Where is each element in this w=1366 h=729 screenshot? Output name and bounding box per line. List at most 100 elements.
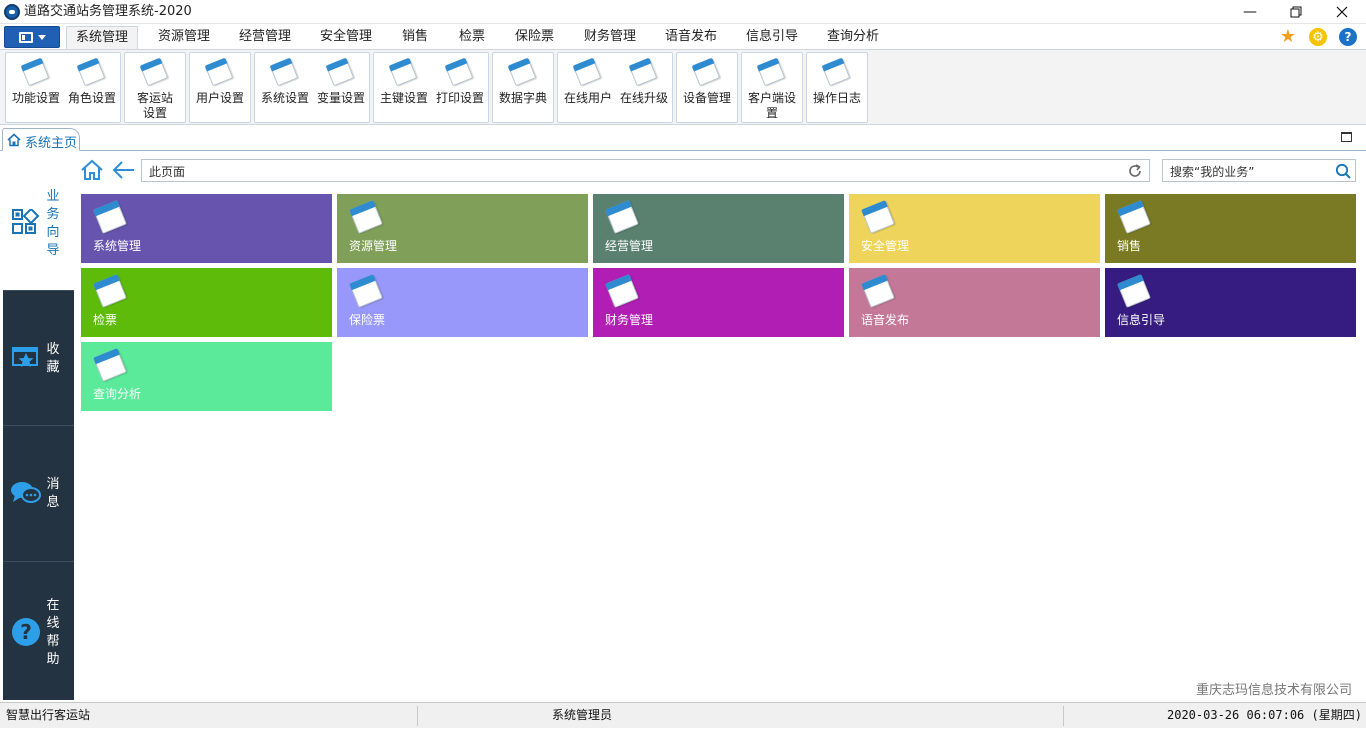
settings-page-icon	[20, 57, 50, 87]
status-station-name: 智慧出行客运站	[6, 708, 91, 722]
nav-item-online-help[interactable]: ? 在线帮助	[3, 561, 74, 700]
tab-info-guide[interactable]: 信息引导	[737, 26, 807, 50]
tab-ticket-check[interactable]: 检票	[450, 26, 494, 50]
ribbon-group: 功能设置 角色设置	[5, 52, 121, 123]
module-page-icon	[349, 274, 383, 308]
tab-query-analysis[interactable]: 查询分析	[818, 26, 888, 50]
back-arrow-icon[interactable]	[112, 159, 136, 181]
document-tab-bar: 系统主页	[0, 127, 1366, 151]
ribbon-group: 设备管理	[676, 52, 738, 123]
online-users-button[interactable]: 在线用户	[558, 53, 618, 124]
tab-finance-management[interactable]: 财务管理	[575, 26, 645, 50]
operation-log-button[interactable]: 操作日志	[807, 53, 867, 124]
settings-page-icon	[388, 57, 418, 87]
close-button[interactable]	[1319, 0, 1365, 24]
ribbon-group: 操作日志	[806, 52, 868, 123]
status-divider	[1063, 706, 1064, 726]
role-settings-button[interactable]: 角色设置	[64, 53, 120, 124]
print-settings-button[interactable]: 打印设置	[432, 53, 488, 124]
settings-page-icon	[628, 57, 658, 87]
window-title: 道路交通站务管理系统-2020	[24, 4, 192, 19]
tile-resource-management[interactable]: 资源管理	[337, 194, 588, 263]
settings-page-icon	[444, 57, 474, 87]
tab-system-management[interactable]: 系统管理	[66, 26, 139, 50]
primary-key-settings-button[interactable]: 主键设置	[374, 53, 434, 124]
gear-icon[interactable]: ⚙	[1309, 28, 1327, 46]
chevron-down-icon	[37, 34, 46, 40]
ribbon-group: 客户端设置	[741, 52, 803, 123]
ribbon-group: 数据字典	[492, 52, 554, 123]
minimize-icon: —	[1243, 4, 1257, 20]
tab-operation-management[interactable]: 经营管理	[230, 26, 300, 50]
settings-page-icon	[572, 57, 602, 87]
data-dictionary-button[interactable]: 数据字典	[493, 53, 553, 124]
module-page-icon	[605, 200, 639, 234]
close-icon	[1336, 6, 1348, 18]
settings-page-icon	[269, 57, 299, 87]
module-page-icon	[605, 274, 639, 308]
tab-resource-management[interactable]: 资源管理	[149, 26, 219, 50]
tab-voice-broadcast[interactable]: 语音发布	[656, 26, 726, 50]
address-bar[interactable]: 此页面	[141, 159, 1150, 182]
tile-operation-management[interactable]: 经营管理	[593, 194, 844, 263]
settings-page-icon	[325, 57, 355, 87]
help-question-icon[interactable]: ?	[1339, 28, 1357, 46]
status-divider	[417, 706, 418, 726]
tile-sales[interactable]: 销售	[1105, 194, 1356, 263]
tab-home-page[interactable]: 系统主页	[2, 128, 80, 151]
nav-item-business-guide[interactable]: 业务向导	[3, 151, 74, 290]
tab-safety-management[interactable]: 安全管理	[311, 26, 381, 50]
module-page-icon	[93, 348, 127, 382]
settings-page-icon	[76, 57, 106, 87]
tile-system-management[interactable]: 系统管理	[81, 194, 332, 263]
status-user: 系统管理员	[552, 708, 613, 722]
message-icon	[11, 482, 41, 503]
minimize-button[interactable]: —	[1227, 0, 1273, 24]
ribbon-toolbar: 功能设置 角色设置 客运站设置 用户设置 系统设置 变量设置 主键设置 打印设置…	[0, 49, 1366, 125]
refresh-icon[interactable]	[1128, 164, 1142, 178]
restore-icon	[1290, 6, 1302, 18]
tile-info-guide[interactable]: 信息引导	[1105, 268, 1356, 337]
help-icon: ?	[12, 618, 40, 646]
settings-page-icon	[756, 57, 786, 87]
module-page-icon	[1117, 200, 1151, 234]
ribbon-group: 在线用户 在线升级	[557, 52, 673, 123]
business-search-input[interactable]: 搜索“我的业务”	[1162, 159, 1356, 182]
tile-safety-management[interactable]: 安全管理	[849, 194, 1100, 263]
home-icon	[7, 133, 21, 147]
search-icon[interactable]	[1335, 163, 1351, 179]
company-name: 重庆志玛信息技术有限公司	[1195, 683, 1352, 698]
device-management-button[interactable]: 设备管理	[677, 53, 737, 124]
app-menu-button[interactable]	[4, 26, 60, 48]
status-datetime: 2020-03-26 06:07:06 (星期四)	[1167, 708, 1362, 722]
ribbon-group: 主键设置 打印设置	[373, 52, 489, 123]
variable-settings-button[interactable]: 变量设置	[313, 53, 369, 124]
settings-page-icon	[507, 57, 537, 87]
home-nav-icon[interactable]	[80, 158, 104, 182]
client-settings-button[interactable]: 客户端设置	[742, 53, 802, 124]
settings-page-icon	[691, 57, 721, 87]
business-guide-icon	[12, 209, 40, 234]
restore-button[interactable]	[1273, 0, 1319, 24]
online-upgrade-button[interactable]: 在线升级	[616, 53, 672, 124]
menu-bar: 系统管理 资源管理 经营管理 安全管理 销售 检票 保险票 财务管理 语音发布 …	[0, 24, 1366, 50]
function-settings-button[interactable]: 功能设置	[6, 53, 66, 124]
tile-voice-broadcast[interactable]: 语音发布	[849, 268, 1100, 337]
maximize-button[interactable]	[1341, 132, 1352, 142]
tab-sales[interactable]: 销售	[393, 26, 437, 50]
star-icon[interactable]: ★	[1279, 28, 1297, 46]
tile-finance-management[interactable]: 财务管理	[593, 268, 844, 337]
status-bar: 智慧出行客运站 系统管理员 2020-03-26 06:07:06 (星期四)	[0, 702, 1366, 728]
tile-query-analysis[interactable]: 查询分析	[81, 342, 332, 411]
nav-item-favorites[interactable]: 收藏	[3, 290, 74, 425]
tab-insurance-ticket[interactable]: 保险票	[506, 26, 563, 50]
system-settings-button[interactable]: 系统设置	[255, 53, 315, 124]
nav-item-messages[interactable]: 消息	[3, 425, 74, 561]
settings-page-icon	[139, 57, 169, 87]
ribbon-group: 系统设置 变量设置	[254, 52, 370, 123]
tile-insurance-ticket[interactable]: 保险票	[337, 268, 588, 337]
tile-ticket-check[interactable]: 检票	[81, 268, 332, 337]
station-settings-button[interactable]: 客运站设置	[125, 53, 185, 124]
ribbon-group: 客运站设置	[124, 52, 186, 123]
user-settings-button[interactable]: 用户设置	[190, 53, 250, 124]
